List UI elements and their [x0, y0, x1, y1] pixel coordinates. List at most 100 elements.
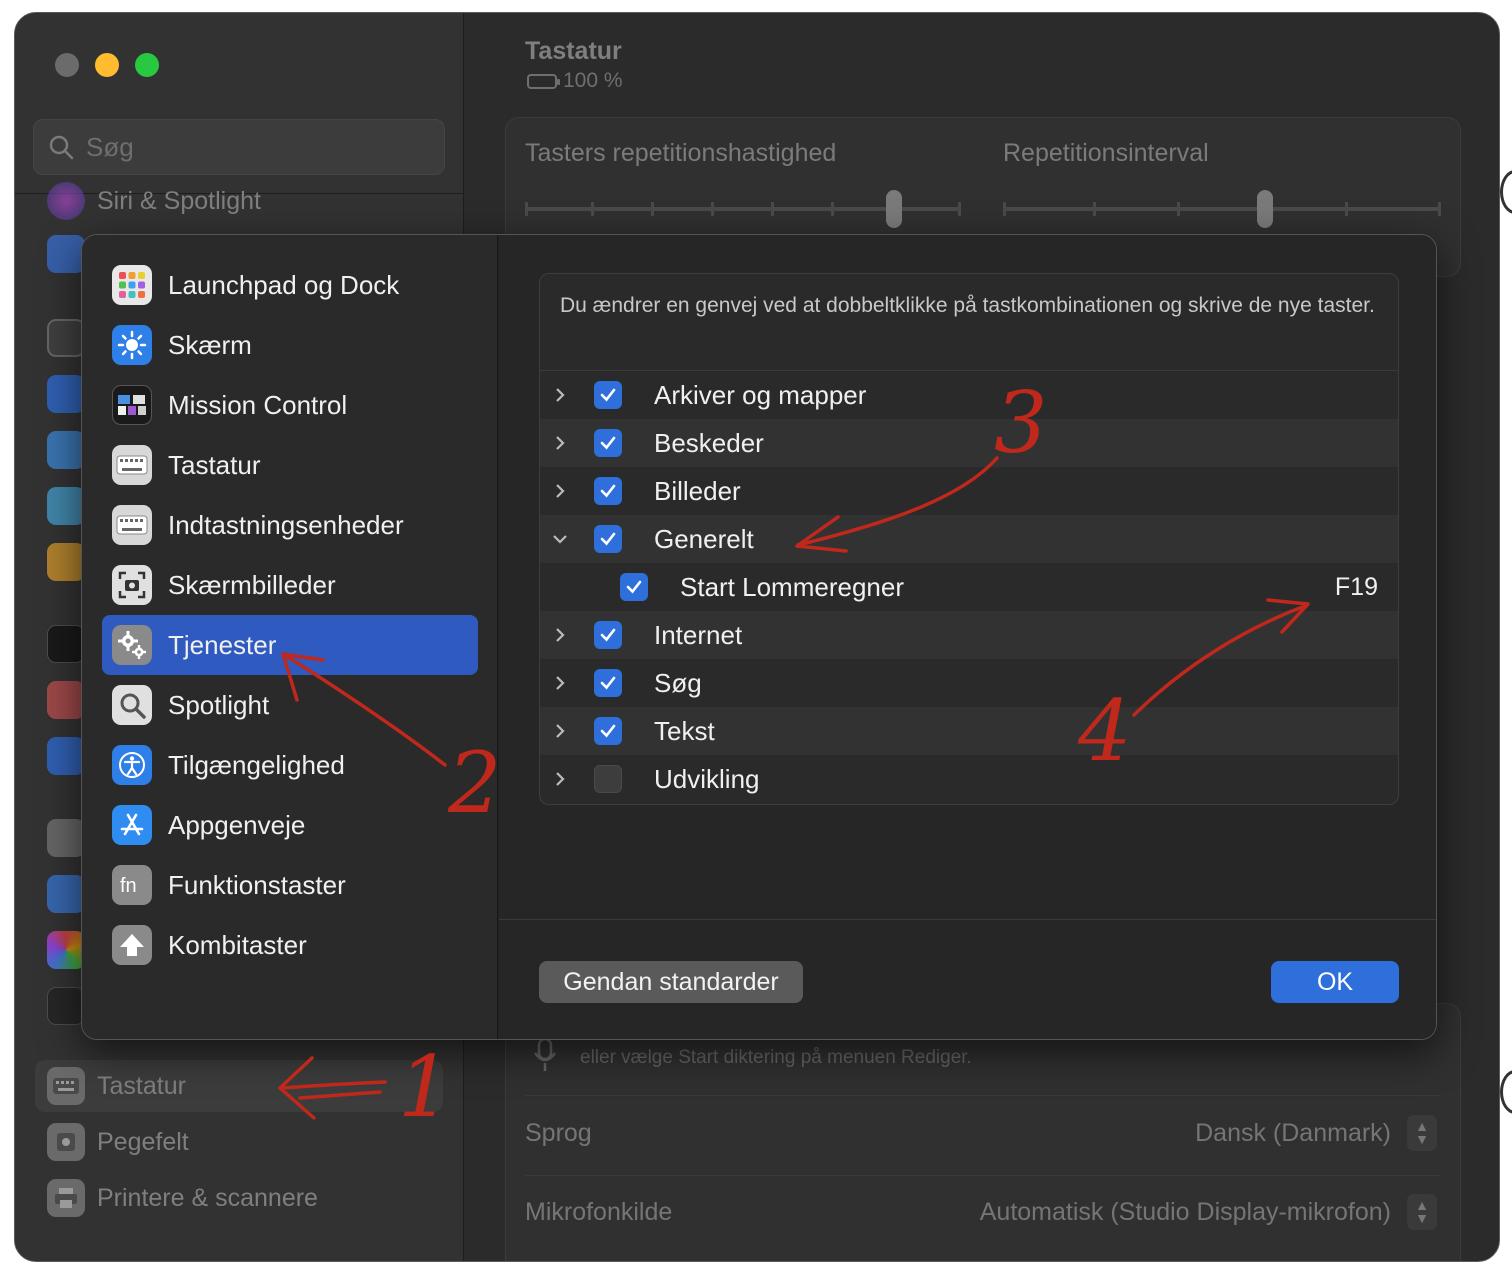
- fn-key-icon: fn: [112, 865, 152, 905]
- sidebar-item-tastatur[interactable]: Tastatur: [35, 1060, 443, 1112]
- display-brightness-icon: [112, 325, 152, 365]
- chevron-right-icon[interactable]: [550, 385, 570, 405]
- close-button[interactable]: [55, 53, 79, 77]
- repeat-delay-slider[interactable]: [1003, 190, 1441, 228]
- mic-source-value[interactable]: Automatisk (Studio Display-mikrofon): [895, 1198, 1391, 1227]
- category-mission-control[interactable]: Mission Control: [102, 375, 478, 435]
- category-label: Tilgængelighed: [168, 749, 345, 780]
- category-tilgaengelighed[interactable]: Tilgængelighed: [102, 735, 478, 795]
- checkbox[interactable]: [594, 717, 622, 745]
- category-label: Tastatur: [168, 449, 261, 480]
- list-row-generelt[interactable]: Generelt: [540, 515, 1398, 563]
- key-repeat-label: Tasters repetitionshastighed: [525, 139, 837, 167]
- accessibility-icon: [112, 745, 152, 785]
- chevron-right-icon[interactable]: [550, 769, 570, 789]
- privacy-hand-icon: [47, 235, 85, 273]
- category-appgenveje[interactable]: Appgenveje: [102, 795, 478, 855]
- siri-icon: [47, 182, 85, 220]
- sidebar-item-printere[interactable]: Printere & scannere: [47, 1172, 318, 1224]
- search-input[interactable]: [86, 131, 416, 163]
- sidebar-item-siri[interactable]: Siri & Spotlight: [47, 175, 261, 227]
- input-sources-icon: [112, 505, 152, 545]
- language-popup-arrows-icon[interactable]: ▲ ▼: [1407, 1115, 1437, 1151]
- checkbox-unchecked[interactable]: [594, 765, 622, 793]
- zoom-button[interactable]: [135, 53, 159, 77]
- list-row-start-lommeregner[interactable]: Start Lommeregner F19: [540, 563, 1398, 611]
- row-label: Internet: [654, 619, 743, 650]
- divider: [499, 919, 1436, 920]
- list-row-tekst[interactable]: Tekst: [540, 707, 1398, 755]
- category-tjenester[interactable]: Tjenester: [102, 615, 478, 675]
- divider: [525, 1095, 1441, 1096]
- category-funktionstaster[interactable]: fn Funktionstaster: [102, 855, 478, 915]
- category-label: Launchpad og Dock: [168, 269, 400, 300]
- sidebar-item-pegefelt[interactable]: Pegefelt: [47, 1116, 189, 1168]
- magnifier-icon: [112, 685, 152, 725]
- category-spotlight[interactable]: Spotlight: [102, 675, 478, 735]
- repeat-delay-knob[interactable]: [1257, 190, 1273, 228]
- category-label: Funktionstaster: [168, 869, 346, 900]
- list-row-billeder[interactable]: Billeder: [540, 467, 1398, 515]
- category-label: Spotlight: [168, 689, 270, 720]
- screensaver-icon: [47, 431, 85, 469]
- row-label: Generelt: [654, 523, 754, 554]
- shortcut-key[interactable]: F19: [1335, 573, 1378, 602]
- search-field[interactable]: [33, 119, 445, 175]
- screenshot-icon: [112, 565, 152, 605]
- restore-defaults-button[interactable]: Gendan standarder: [539, 961, 803, 1003]
- energy-bulb-icon: [47, 543, 85, 581]
- list-row-arkiver[interactable]: Arkiver og mapper: [540, 371, 1398, 419]
- category-label: Indtastningsenheder: [168, 509, 404, 540]
- checkbox[interactable]: [594, 381, 622, 409]
- sidebar-item-label: Pegefelt: [97, 1127, 189, 1156]
- modifier-arrow-icon: [112, 925, 152, 965]
- lock-screen-icon: [47, 625, 85, 663]
- row-label: Beskeder: [654, 427, 764, 458]
- mic-popup-arrows-icon[interactable]: ▲ ▼: [1407, 1194, 1437, 1230]
- checkbox[interactable]: [594, 429, 622, 457]
- list-row-beskeder[interactable]: Beskeder: [540, 419, 1398, 467]
- chevron-right-icon[interactable]: [550, 673, 570, 693]
- checkbox[interactable]: [594, 477, 622, 505]
- edge-window-ring: [1500, 1070, 1512, 1114]
- category-launchpad[interactable]: Launchpad og Dock: [102, 255, 478, 315]
- checkbox[interactable]: [594, 669, 622, 697]
- chevron-right-icon[interactable]: [550, 481, 570, 501]
- game-center-icon: [47, 931, 85, 969]
- ok-button[interactable]: OK: [1271, 961, 1399, 1003]
- battery-level: 100 %: [563, 69, 623, 92]
- touch-id-icon: [47, 681, 85, 719]
- chevron-right-icon[interactable]: [550, 721, 570, 741]
- chevron-down-icon[interactable]: [550, 529, 570, 549]
- checkbox[interactable]: [594, 525, 622, 553]
- services-list: Du ændrer en genvej ved at dobbeltklikke…: [539, 273, 1399, 805]
- chevron-right-icon[interactable]: [550, 625, 570, 645]
- category-skaerm[interactable]: Skærm: [102, 315, 478, 375]
- list-row-internet[interactable]: Internet: [540, 611, 1398, 659]
- key-repeat-slider[interactable]: [525, 190, 961, 228]
- chevron-right-icon[interactable]: [550, 433, 570, 453]
- gears-icon: [112, 625, 152, 665]
- app-store-icon: [112, 805, 152, 845]
- category-kombitaster[interactable]: Kombitaster: [102, 915, 478, 975]
- svg-text:fn: fn: [120, 875, 137, 897]
- row-label: Arkiver og mapper: [654, 379, 867, 410]
- mission-control-icon: [112, 385, 152, 425]
- language-value[interactable]: Dansk (Danmark): [1095, 1119, 1391, 1148]
- category-skaermbilleder[interactable]: Skærmbilleder: [102, 555, 478, 615]
- list-row-soeg[interactable]: Søg: [540, 659, 1398, 707]
- sidebar-item-label: Tastatur: [97, 1071, 186, 1100]
- row-label: Start Lommeregner: [680, 571, 904, 602]
- minimize-button[interactable]: [95, 53, 119, 77]
- key-repeat-knob[interactable]: [886, 190, 902, 228]
- list-row-udvikling[interactable]: Udvikling: [540, 755, 1398, 803]
- checkbox[interactable]: [594, 621, 622, 649]
- repeat-delay-label: Repetitionsinterval: [1003, 139, 1209, 167]
- row-label: Udvikling: [654, 763, 760, 794]
- checkbox[interactable]: [620, 573, 648, 601]
- category-label: Kombitaster: [168, 929, 307, 960]
- printer-icon: [47, 1179, 85, 1217]
- launchpad-icon: [112, 265, 152, 305]
- category-indtastningsenheder[interactable]: Indtastningsenheder: [102, 495, 478, 555]
- category-tastatur[interactable]: Tastatur: [102, 435, 478, 495]
